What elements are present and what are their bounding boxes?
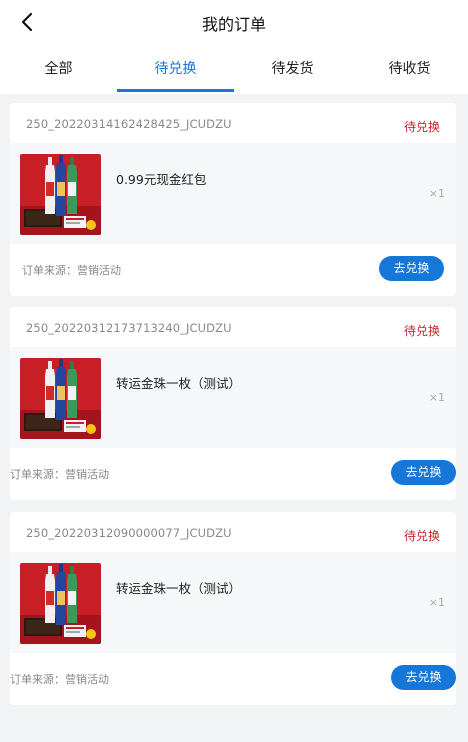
order-header: 250_20220314162428425_JCUDZU 待兑换 bbox=[10, 103, 456, 143]
item-quantity: ×1 bbox=[428, 596, 445, 609]
order-item[interactable]: 0.99元现金红包 ×1 bbox=[10, 143, 456, 244]
order-card: 250_20220312090000077_JCUDZU 待兑换 转运金珠一枚（… bbox=[10, 512, 456, 705]
item-quantity: ×1 bbox=[428, 391, 445, 404]
tab-pending-ship[interactable]: 待发货 bbox=[234, 44, 351, 94]
order-source: 订单来源：营销活动 bbox=[10, 673, 109, 686]
item-quantity: ×1 bbox=[428, 187, 445, 200]
active-tab-indicator bbox=[117, 89, 234, 92]
order-footer: 订单来源：营销活动 去兑换 bbox=[10, 244, 456, 296]
order-source: 订单来源：营销活动 bbox=[22, 264, 121, 277]
order-footer: 订单来源：营销活动 去兑换 bbox=[10, 448, 456, 500]
order-status: 待兑换 bbox=[403, 529, 440, 543]
order-header: 250_20220312173713240_JCUDZU 待兑换 bbox=[10, 307, 456, 347]
item-name: 转运金珠一枚（测试） bbox=[116, 581, 242, 596]
redeem-button[interactable]: 去兑换 bbox=[391, 665, 456, 690]
order-number: 250_20220312090000077_JCUDZU bbox=[26, 526, 232, 540]
top-bar: 我的订单 bbox=[0, 0, 468, 44]
order-status: 待兑换 bbox=[403, 120, 440, 134]
order-card: 250_20220312173713240_JCUDZU 待兑换 转运金珠一枚（… bbox=[10, 307, 456, 500]
redeem-button[interactable]: 去兑换 bbox=[379, 256, 444, 281]
order-item[interactable]: 转运金珠一枚（测试） ×1 bbox=[10, 347, 456, 448]
order-tabs: 全部 待兑换 待发货 待收货 bbox=[0, 44, 468, 94]
product-image bbox=[20, 563, 101, 644]
tab-pending-receive[interactable]: 待收货 bbox=[351, 44, 468, 94]
order-item[interactable]: 转运金珠一枚（测试） ×1 bbox=[10, 552, 456, 653]
order-card: 250_20220314162428425_JCUDZU 待兑换 0.99元现金… bbox=[10, 103, 456, 296]
order-source: 订单来源：营销活动 bbox=[10, 468, 109, 481]
item-name: 转运金珠一枚（测试） bbox=[116, 376, 242, 391]
order-status: 待兑换 bbox=[403, 324, 440, 338]
order-footer: 订单来源：营销活动 去兑换 bbox=[10, 653, 456, 705]
tab-all[interactable]: 全部 bbox=[0, 44, 117, 94]
product-image bbox=[20, 358, 101, 439]
order-header: 250_20220312090000077_JCUDZU 待兑换 bbox=[10, 512, 456, 552]
item-name: 0.99元现金红包 bbox=[116, 172, 207, 187]
page-title: 我的订单 bbox=[201, 15, 266, 34]
order-number: 250_20220312173713240_JCUDZU bbox=[26, 321, 232, 335]
redeem-button[interactable]: 去兑换 bbox=[391, 460, 456, 485]
product-image bbox=[20, 154, 101, 235]
tab-pending-redeem[interactable]: 待兑换 bbox=[117, 44, 234, 94]
order-number: 250_20220314162428425_JCUDZU bbox=[26, 117, 232, 131]
